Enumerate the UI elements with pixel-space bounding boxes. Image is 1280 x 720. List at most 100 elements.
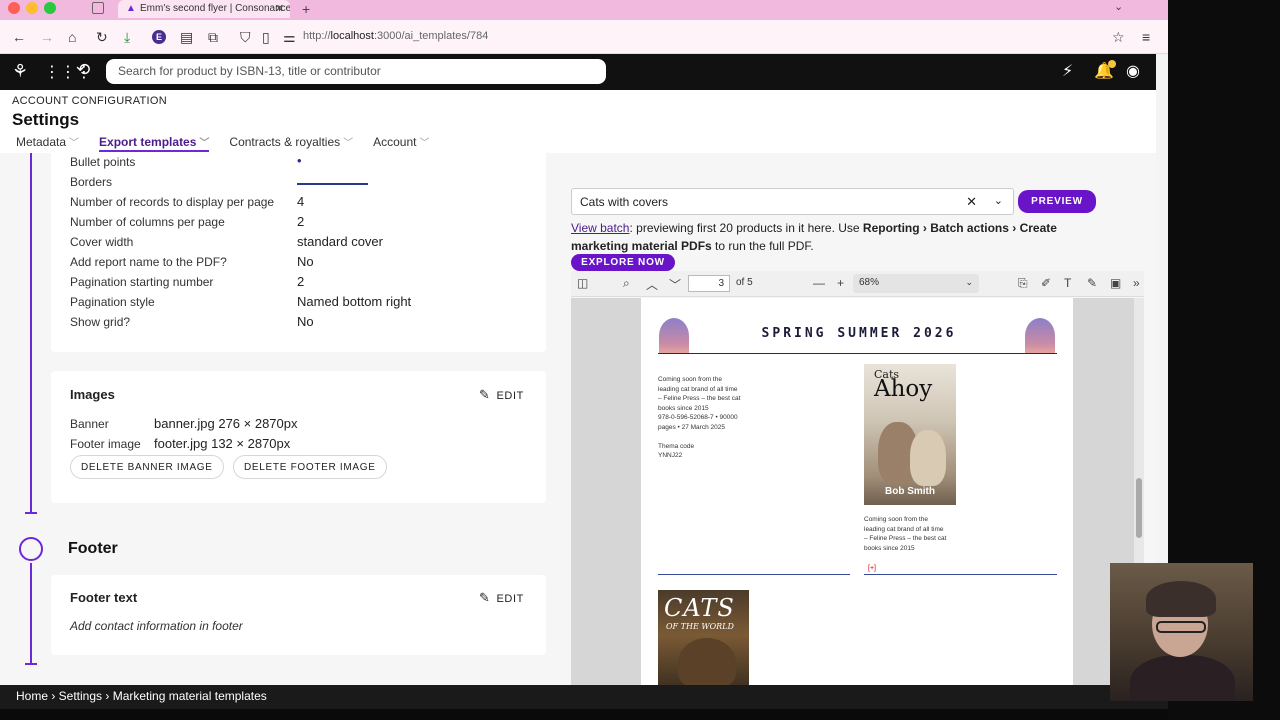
app-logo-icon[interactable]: ⚘ <box>12 61 28 82</box>
download-icon[interactable]: ⤓ <box>124 28 130 46</box>
next-page-icon[interactable]: ﹀ <box>669 276 681 293</box>
bookmark-star-icon[interactable]: ☆ <box>1112 28 1125 46</box>
tab-account[interactable]: Account ﹀ <box>373 134 429 152</box>
page-info-icon[interactable]: ▯ <box>262 28 270 46</box>
reader-view-icon[interactable]: ▤ <box>180 28 193 46</box>
images-card: Images ✎ EDIT Banner banner.jpg 276 × 287… <box>51 371 546 503</box>
search-input[interactable]: Search for product by ISBN-13, title or … <box>106 59 606 84</box>
banner-label: Banner <box>70 417 109 431</box>
pdf-title: SPRING SUMMER 2026 <box>761 326 957 341</box>
setting-value: No <box>297 314 314 329</box>
setting-label: Show grid? <box>70 315 131 329</box>
pdf-scroll-thumb[interactable] <box>1136 478 1142 538</box>
url-field[interactable]: http://localhost:3000/ai_templates/784 <box>303 30 488 42</box>
webcam-overlay <box>1110 563 1253 701</box>
tab-list-chevron-icon[interactable]: ⌄ <box>1114 0 1123 13</box>
forward-icon[interactable]: → <box>40 28 54 46</box>
home-icon[interactable]: ⌂ <box>68 28 76 46</box>
footer-edit-button[interactable]: ✎ EDIT <box>479 590 524 606</box>
find-icon[interactable]: ⌕ <box>623 276 630 291</box>
left-entry: Coming soon from the leading cat brand o… <box>658 376 741 459</box>
text-icon[interactable]: T <box>1064 276 1071 290</box>
pdf-page: SPRING SUMMER 2026 Coming soon from the … <box>641 298 1073 685</box>
bottom-strip <box>0 709 1168 720</box>
pencil-icon: ✎ <box>479 387 491 402</box>
cover-title-line2: OF THE WORLD <box>666 622 734 631</box>
menu-icon[interactable]: ≡ <box>1142 28 1150 46</box>
banner-rule <box>658 353 1057 354</box>
previous-page-icon[interactable]: ︿ <box>646 276 658 293</box>
site-favicon-icon: ▲ <box>126 3 136 14</box>
delete-banner-image-button[interactable]: DELETE BANNER IMAGE <box>70 455 224 479</box>
preview-button[interactable]: PREVIEW <box>1018 190 1096 213</box>
pdf-viewer[interactable]: SPRING SUMMER 2026 Coming soon from the … <box>571 298 1144 685</box>
magic-wand-icon[interactable]: ⚡ <box>1062 61 1073 81</box>
explore-now-button[interactable]: EXPLORE NOW <box>571 254 675 271</box>
extension-icon[interactable]: E <box>152 30 166 44</box>
setting-value: 2 <box>297 214 305 229</box>
setting-value: standard cover <box>297 234 383 249</box>
shield-icon[interactable]: ⛉ <box>240 28 251 46</box>
right-entry: Coming soon from the leading cat brand o… <box>864 516 947 552</box>
section-label: ACCOUNT CONFIGURATION <box>12 95 168 107</box>
highlight-icon[interactable]: ⎘ <box>1018 276 1028 291</box>
images-edit-button[interactable]: ✎ EDIT <box>479 387 524 403</box>
page-number-input[interactable]: 3 <box>688 275 730 292</box>
chevron-down-icon[interactable]: ⌄ <box>994 194 1003 207</box>
new-tab-button[interactable]: + <box>302 1 310 17</box>
delete-footer-image-button[interactable]: DELETE FOOTER IMAGE <box>233 455 387 479</box>
permissions-icon[interactable]: ⚌ <box>283 28 296 46</box>
footer-step-circle <box>19 537 43 561</box>
view-batch-link[interactable]: View batch <box>571 221 629 235</box>
app-header: ⚘ ⋮⋮⋮ ⟲ Search for product by ISBN-13, t… <box>0 54 1156 90</box>
book-cover-cats-of-the-world: CATS OF THE WORLD <box>658 590 749 685</box>
image-icon[interactable]: ▣ <box>1110 276 1121 290</box>
footer-section-heading: Footer <box>68 540 118 557</box>
pen-icon[interactable]: ✎ <box>1087 276 1097 290</box>
tab-metadata[interactable]: Metadata ﹀ <box>16 134 79 152</box>
extensions-puzzle-icon[interactable]: ⧉ <box>208 28 218 46</box>
row-rule-right <box>864 574 1057 575</box>
setting-label: Pagination style <box>70 295 155 309</box>
tab-contracts-royalties[interactable]: Contracts & royalties ﹀ <box>229 134 353 152</box>
cat-illustration <box>910 430 946 486</box>
account-avatar-icon[interactable]: ◉ <box>1126 61 1140 81</box>
minimize-window-button[interactable] <box>26 2 38 14</box>
tab-overview-icon[interactable] <box>92 2 104 14</box>
back-icon[interactable]: ← <box>12 28 26 46</box>
setting-label: Number of columns per page <box>70 215 225 229</box>
timeline-end-footer <box>25 663 37 665</box>
maximize-window-button[interactable] <box>44 2 56 14</box>
border-preview-line <box>297 183 368 185</box>
notification-badge <box>1108 60 1116 68</box>
browser-window: ▲ Emm's second flyer | Consonance ✕ + ⌄ … <box>0 0 1168 720</box>
history-icon[interactable]: ⟲ <box>76 60 90 80</box>
setting-label: Borders <box>70 175 113 189</box>
page-title: Settings <box>12 110 80 129</box>
footer-breadcrumb: Home › Settings › Marketing material tem… <box>0 685 1168 709</box>
close-tab-icon[interactable]: ✕ <box>275 2 284 15</box>
setting-value: No <box>297 254 314 269</box>
reload-icon[interactable]: ↻ <box>96 28 108 46</box>
setting-label: Pagination starting number <box>70 275 214 289</box>
clear-selection-icon[interactable]: ✕ <box>966 194 977 210</box>
draw-icon[interactable]: ✐ <box>1041 276 1051 290</box>
setting-label: Bullet points <box>70 155 136 169</box>
sidebar-toggle-icon[interactable]: ◫ <box>577 276 588 290</box>
zoom-select[interactable]: 68% ⌄ <box>853 274 979 293</box>
setting-value: Named bottom right <box>297 294 412 309</box>
batch-select[interactable]: Cats with covers ✕ ⌄ <box>571 188 1014 215</box>
presenter-hair <box>1146 581 1216 617</box>
tab-export-templates[interactable]: Export templates ﹀ <box>99 134 210 152</box>
tab-title: Emm's second flyer | Consonance <box>140 3 290 14</box>
browser-tab[interactable]: ▲ Emm's second flyer | Consonance ✕ <box>118 0 290 18</box>
more-tools-icon[interactable]: » <box>1133 276 1140 290</box>
zoom-out-icon[interactable]: — <box>813 276 825 290</box>
footer-image-label: Footer image <box>70 437 141 451</box>
close-window-button[interactable] <box>8 2 20 14</box>
pencil-icon: ✎ <box>479 590 491 605</box>
setting-label: Number of records to display per page <box>70 195 275 209</box>
setting-value: 4 <box>297 194 305 209</box>
zoom-in-icon[interactable]: + <box>837 276 844 290</box>
footer-text-card: Footer text ✎ EDIT Add contact informatio… <box>51 575 546 655</box>
